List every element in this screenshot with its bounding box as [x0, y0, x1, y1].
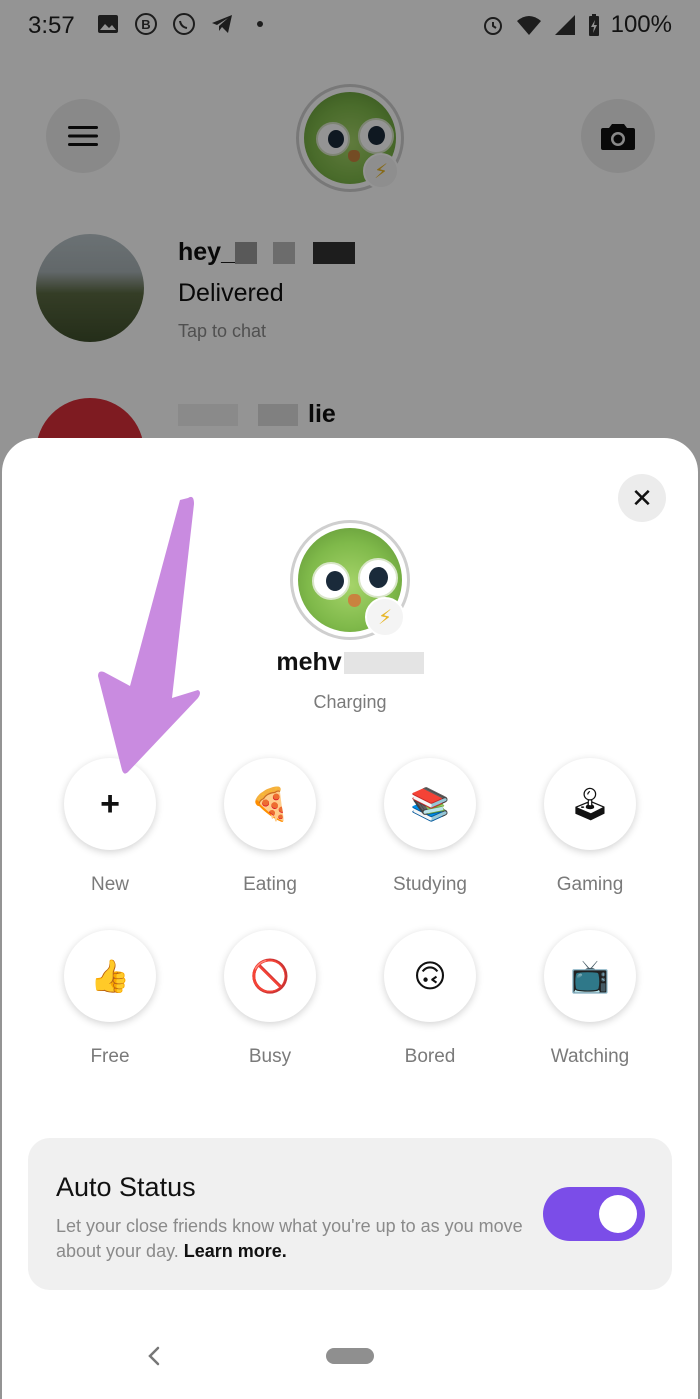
- status-label: Gaming: [556, 874, 624, 895]
- status-label: Watching: [550, 1046, 630, 1067]
- status-gaming[interactable]: 🕹 Gaming: [530, 758, 650, 896]
- learn-more-link[interactable]: Learn more.: [184, 1241, 287, 1261]
- status-bored[interactable]: 🙃 Bored: [370, 930, 490, 1068]
- upside-down-face-icon: 🙃: [384, 930, 476, 1022]
- status-free[interactable]: 👍 Free: [50, 930, 170, 1068]
- nav-home-pill[interactable]: [326, 1348, 374, 1364]
- auto-status-card: Auto Status Let your close friends know …: [28, 1138, 672, 1290]
- status-label: Busy: [248, 1046, 292, 1067]
- status-label: Free: [90, 1046, 130, 1067]
- annotation-arrow-icon: [98, 496, 200, 774]
- auto-status-toggle[interactable]: [543, 1187, 645, 1241]
- status-label: New: [90, 874, 129, 895]
- profile-avatar: ⚡: [290, 520, 410, 640]
- pizza-icon: 🍕: [224, 758, 316, 850]
- close-button[interactable]: ✕: [618, 474, 666, 522]
- status-eating[interactable]: 🍕 Eating: [210, 758, 330, 896]
- auto-status-title: Auto Status: [56, 1172, 196, 1202]
- status-watching[interactable]: 📺 Watching: [530, 930, 650, 1068]
- tv-icon: 📺: [544, 930, 636, 1022]
- status-busy[interactable]: 🚫 Busy: [210, 930, 330, 1068]
- back-chevron-icon: [148, 1346, 160, 1366]
- close-icon: ✕: [631, 482, 653, 513]
- status-studying[interactable]: 📚 Studying: [370, 758, 490, 896]
- status-label: Studying: [393, 874, 467, 895]
- bolt-icon: ⚡: [365, 597, 405, 637]
- toggle-knob: [599, 1195, 637, 1233]
- prohibited-icon: 🚫: [224, 930, 316, 1022]
- auto-status-description: Let your close friends know what you're …: [56, 1216, 523, 1261]
- books-icon: 📚: [384, 758, 476, 850]
- joystick-icon: 🕹: [544, 758, 636, 850]
- thumbs-up-icon: 👍: [64, 930, 156, 1022]
- status-label: Eating: [243, 874, 297, 895]
- nav-back-button[interactable]: [142, 1344, 166, 1368]
- status-label: Bored: [404, 1046, 456, 1067]
